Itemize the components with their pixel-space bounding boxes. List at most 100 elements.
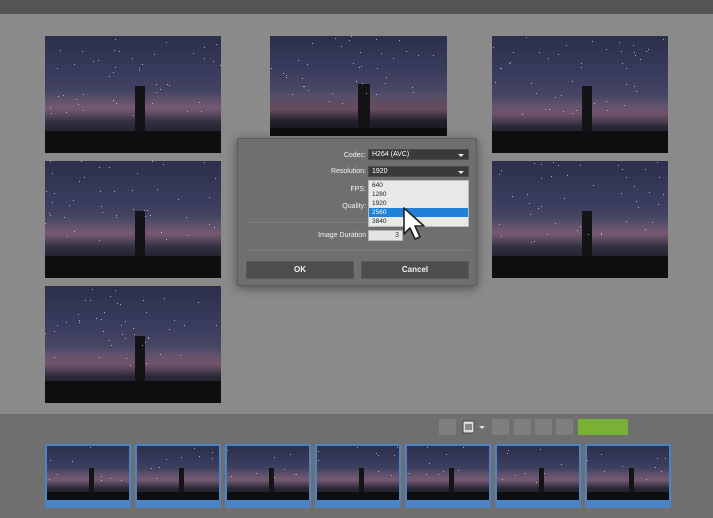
- video-export-icon[interactable]: [460, 419, 488, 435]
- toolbar-button[interactable]: [439, 419, 456, 435]
- star: [657, 162, 658, 163]
- star: [50, 161, 51, 162]
- toolbar-button[interactable]: [556, 419, 573, 435]
- star: [51, 113, 52, 114]
- star: [85, 300, 86, 301]
- star: [646, 479, 647, 480]
- star: [50, 215, 51, 216]
- star: [81, 161, 82, 162]
- fps-label: FPS:: [350, 186, 366, 193]
- star: [117, 303, 118, 304]
- star: [164, 298, 165, 299]
- star: [362, 83, 363, 84]
- top-bar: [0, 0, 713, 14]
- image-duration-input[interactable]: 3: [368, 230, 403, 241]
- filmstrip-thumbnail[interactable]: [585, 444, 671, 508]
- toolbar-button[interactable]: [535, 419, 552, 435]
- ok-button[interactable]: OK: [246, 261, 354, 279]
- star: [349, 40, 350, 41]
- star: [541, 164, 542, 165]
- star: [626, 84, 627, 85]
- star: [73, 200, 74, 201]
- star: [378, 471, 379, 472]
- star: [109, 167, 110, 168]
- star: [356, 81, 357, 82]
- star: [160, 89, 161, 90]
- star: [636, 201, 637, 202]
- star: [561, 95, 562, 96]
- star: [137, 173, 138, 174]
- star: [152, 161, 153, 162]
- star: [213, 61, 214, 62]
- star: [292, 94, 293, 95]
- photo-tile-5[interactable]: [492, 161, 668, 278]
- star: [547, 234, 548, 235]
- photo-tile-6[interactable]: [45, 286, 221, 403]
- star: [146, 312, 147, 313]
- star: [115, 39, 116, 40]
- star: [109, 76, 110, 77]
- filmstrip-thumbnail[interactable]: [45, 444, 131, 508]
- codec-select[interactable]: H264 (AVC): [368, 149, 469, 160]
- resolution-select[interactable]: 1920: [368, 166, 469, 177]
- star: [661, 471, 662, 472]
- star: [167, 84, 168, 85]
- star: [184, 325, 185, 326]
- star: [199, 456, 200, 457]
- star: [109, 340, 110, 341]
- star: [125, 338, 126, 339]
- filmstrip-thumbnail[interactable]: [315, 444, 401, 508]
- toolbar-button[interactable]: [492, 419, 509, 435]
- star: [433, 55, 434, 56]
- filmstrip-thumbnail[interactable]: [135, 444, 221, 508]
- star: [443, 471, 444, 472]
- star: [78, 314, 79, 315]
- star: [304, 86, 305, 87]
- star: [152, 103, 153, 104]
- star: [157, 189, 158, 190]
- cancel-button[interactable]: Cancel: [361, 261, 469, 279]
- toolbar-button[interactable]: [514, 419, 531, 435]
- star: [588, 234, 589, 235]
- resolution-label: Resolution:: [330, 168, 366, 175]
- star: [52, 202, 53, 203]
- star: [148, 338, 149, 339]
- star: [290, 454, 291, 455]
- photo-tile-1[interactable]: [45, 36, 221, 153]
- photo-tile-3[interactable]: [492, 36, 668, 153]
- filmstrip-thumbnail[interactable]: [225, 444, 311, 508]
- star: [57, 325, 58, 326]
- filmstrip-thumbnail[interactable]: [405, 444, 491, 508]
- star: [638, 207, 639, 208]
- star: [96, 318, 97, 319]
- star: [540, 449, 541, 450]
- export-button[interactable]: [578, 419, 628, 435]
- star: [298, 60, 299, 61]
- star: [169, 85, 170, 86]
- star: [510, 62, 511, 63]
- star: [412, 87, 413, 88]
- filmstrip-thumbnail[interactable]: [495, 444, 581, 508]
- star: [657, 458, 658, 459]
- star: [531, 242, 532, 243]
- star: [626, 177, 627, 178]
- star: [360, 52, 361, 53]
- chevron-down-icon: [458, 171, 464, 174]
- star: [174, 320, 175, 321]
- star: [92, 289, 93, 290]
- star: [130, 365, 131, 366]
- star: [83, 94, 84, 95]
- photo-tile-2[interactable]: [270, 36, 447, 136]
- star: [72, 461, 73, 462]
- star: [54, 357, 55, 358]
- star: [204, 58, 205, 59]
- star: [353, 63, 354, 64]
- star: [216, 325, 217, 326]
- photo-tile-4[interactable]: [45, 161, 221, 278]
- star: [204, 162, 205, 163]
- star: [413, 92, 414, 93]
- resolution-option[interactable]: 1280: [369, 190, 468, 199]
- resolution-option[interactable]: 640: [369, 181, 468, 190]
- star: [132, 190, 133, 191]
- star: [626, 221, 627, 222]
